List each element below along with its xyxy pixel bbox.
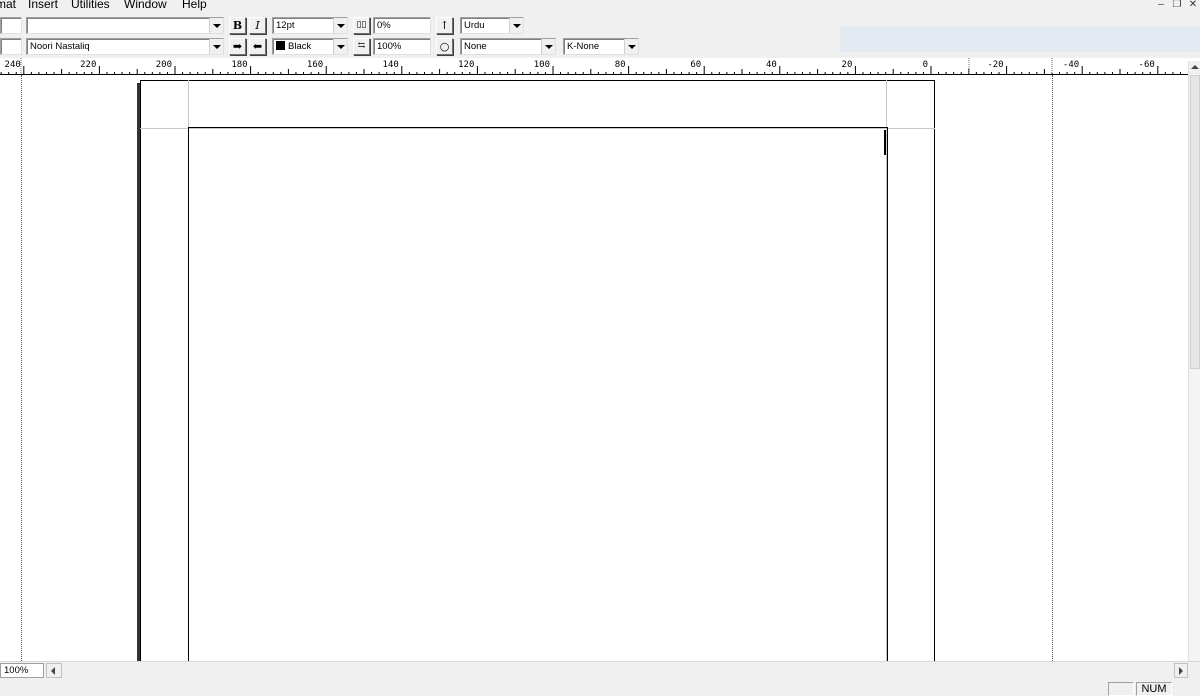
horizontal-scale-icon[interactable]: ⇆	[353, 38, 370, 55]
text-cursor	[884, 130, 886, 155]
zoom-field[interactable]: 100%	[0, 663, 44, 678]
chevron-down-icon[interactable]	[541, 39, 555, 54]
ruler-label: 180	[231, 60, 247, 70]
none-combo[interactable]: None	[460, 38, 556, 55]
minimize-icon[interactable]: –	[1154, 0, 1168, 12]
chevron-down-icon[interactable]	[509, 18, 523, 33]
style-combo[interactable]	[26, 17, 224, 34]
right-guide-line	[1052, 75, 1053, 661]
chevron-down-icon[interactable]	[624, 39, 638, 54]
menu-insert[interactable]: Insert	[28, 0, 58, 11]
ruler-label: 200	[156, 60, 172, 70]
font-size-value: 12pt	[276, 20, 295, 31]
color-swatch	[276, 41, 285, 50]
left-guide-line	[21, 75, 22, 661]
app-window: mat Insert Utilities Window Help – ❐ ✕ B…	[0, 0, 1200, 696]
chevron-down-icon[interactable]	[209, 39, 223, 54]
ruler-label: 20	[842, 60, 853, 70]
window-controls: – ❐ ✕	[1152, 0, 1200, 14]
horizontal-ruler[interactable]: 240 220 200 180 160 140 120 100 80 60 40 20 0 -20 -40-…	[0, 58, 1188, 75]
kerning-value: K-None	[567, 41, 600, 52]
language-value: Urdu	[464, 20, 485, 31]
ruler-label: 80	[615, 60, 626, 70]
bottom-bar: 100%	[0, 661, 1200, 678]
menu-utilities[interactable]: Utilities	[71, 0, 110, 11]
bold-button[interactable]: B	[229, 17, 246, 34]
none-value: None	[464, 41, 487, 52]
ruler-label: 100	[534, 60, 550, 70]
ruler-label: 160	[307, 60, 323, 70]
menu-bar: mat Insert Utilities Window Help – ❐ ✕	[0, 0, 1200, 14]
chevron-down-icon[interactable]	[333, 39, 347, 54]
italic-button[interactable]: I	[249, 17, 266, 34]
font-name-combo[interactable]: Noori Nastaliq	[26, 38, 224, 55]
text-frame[interactable]	[188, 127, 888, 661]
ruler-label: -60	[1139, 60, 1155, 70]
color-value: Black	[288, 41, 312, 52]
scroll-up-icon[interactable]	[1189, 61, 1200, 74]
restore-icon[interactable]: ❐	[1170, 0, 1184, 12]
ruler-label: 120	[458, 60, 474, 70]
circle-icon[interactable]: ○	[436, 38, 453, 55]
language-combo[interactable]: Urdu	[460, 17, 524, 34]
status-bar: NUM	[0, 678, 1200, 696]
vertical-scrollbar[interactable]	[1188, 61, 1200, 661]
ruler-label: 220	[80, 60, 96, 70]
spacing-input[interactable]: 0%	[373, 17, 431, 34]
color-combo[interactable]: Black	[272, 38, 348, 55]
menu-window[interactable]: Window	[124, 0, 167, 11]
toolbar-area: B I 12pt ▯▯ 0% ↑ Urdu Noori Nastaliq ➡ ⬅…	[0, 14, 1200, 58]
scroll-left-icon[interactable]	[46, 663, 62, 678]
ruler-label: 40	[766, 60, 777, 70]
ruler-label: 60	[690, 60, 701, 70]
num-lock-indicator: NUM	[1136, 682, 1172, 696]
arrow-right-icon[interactable]: ➡	[229, 38, 246, 55]
ruler-ticks: 240 220 200 180 160 140 120 100 80 60 40 20 0 -20 -40-…	[0, 58, 1181, 74]
scroll-right-icon[interactable]	[1174, 663, 1188, 678]
letter-spacing-icon[interactable]: ▯▯	[353, 17, 370, 34]
baseline-up-icon[interactable]: ↑	[436, 17, 453, 34]
ruler-label: 140	[383, 60, 399, 70]
vertical-scroll-thumb[interactable]	[1190, 75, 1200, 369]
ruler-label: -40	[1063, 60, 1079, 70]
ruler-label: 240	[5, 60, 21, 70]
chevron-down-icon[interactable]	[333, 18, 347, 33]
menu-help[interactable]: Help	[182, 0, 207, 11]
ruler-label: -20	[987, 60, 1003, 70]
left-partial-field[interactable]	[0, 38, 22, 55]
kerning-combo[interactable]: K-None	[563, 38, 639, 55]
toolbar-background-band	[840, 26, 1200, 52]
left-partial-combo[interactable]	[0, 17, 22, 34]
menu-format[interactable]: mat	[0, 0, 16, 11]
font-name-value: Noori Nastaliq	[30, 41, 90, 52]
ruler-label: 0	[923, 60, 928, 70]
scale-input[interactable]: 100%	[373, 38, 431, 55]
close-icon[interactable]: ✕	[1186, 0, 1200, 12]
font-size-combo[interactable]: 12pt	[272, 17, 348, 34]
arrow-left-icon[interactable]: ⬅	[249, 38, 266, 55]
document-canvas[interactable]	[0, 75, 1188, 661]
status-panel	[1108, 682, 1134, 696]
chevron-down-icon[interactable]	[209, 18, 223, 33]
